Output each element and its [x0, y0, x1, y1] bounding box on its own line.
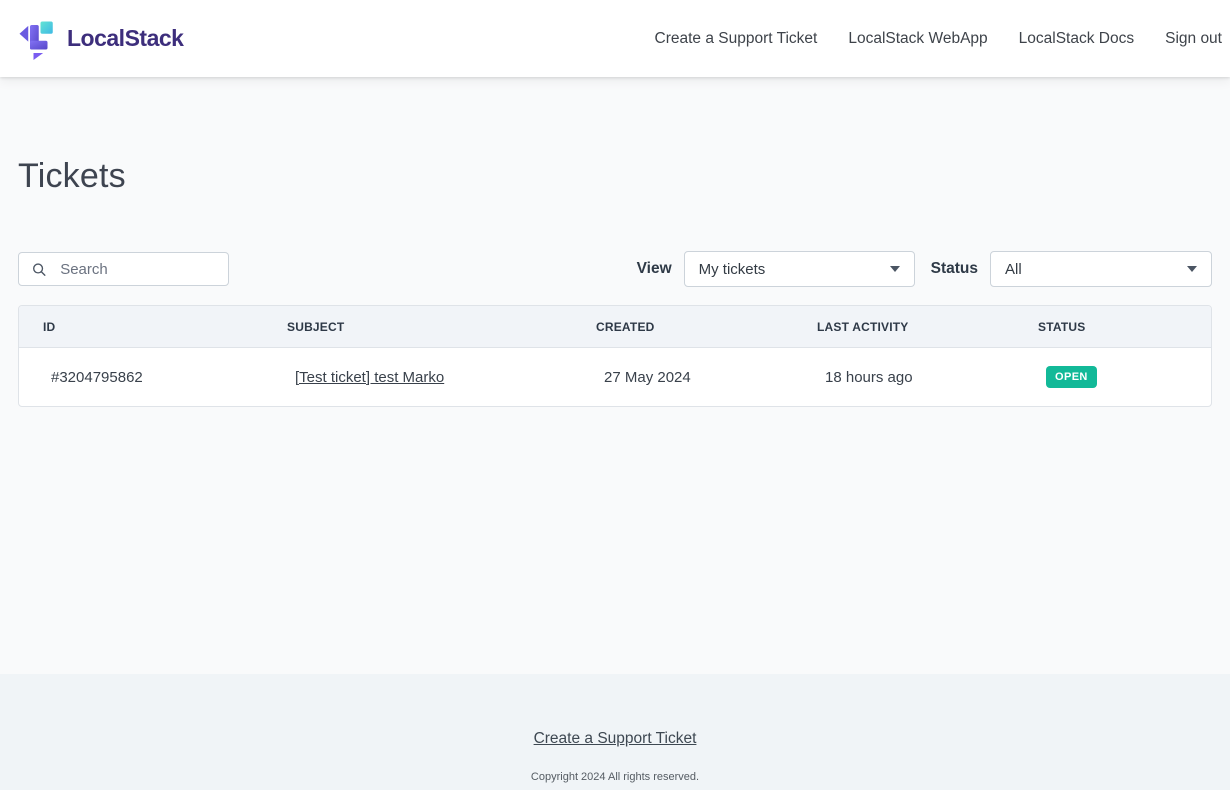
tickets-table-card: ID SUBJECT CREATED LAST ACTIVITY STATUS …	[18, 305, 1212, 407]
table-row: #3204795862 [Test ticket] test Marko 27 …	[19, 348, 1212, 407]
ticket-created-cell: 27 May 2024	[572, 348, 793, 407]
status-filter-label: Status	[931, 260, 978, 278]
localstack-logo-icon	[16, 18, 58, 60]
column-header-status: STATUS	[1014, 306, 1212, 348]
column-header-created: CREATED	[572, 306, 793, 348]
main-content: Tickets View My tickets Status All	[0, 77, 1230, 674]
search-icon	[31, 260, 47, 279]
navbar: LocalStack Create a Support Ticket Local…	[0, 0, 1230, 77]
brand-name: LocalStack	[67, 25, 183, 52]
table-header-row: ID SUBJECT CREATED LAST ACTIVITY STATUS	[19, 306, 1212, 348]
caret-down-icon	[1187, 266, 1197, 272]
column-header-id: ID	[19, 306, 263, 348]
nav-sign-out[interactable]: Sign out	[1165, 30, 1222, 48]
nav-links: Create a Support Ticket LocalStack WebAp…	[655, 30, 1222, 48]
nav-create-support-ticket[interactable]: Create a Support Ticket	[655, 30, 818, 48]
brand-logo[interactable]: LocalStack	[16, 18, 183, 60]
view-filter-label: View	[637, 260, 672, 278]
nav-localstack-webapp[interactable]: LocalStack WebApp	[848, 30, 987, 48]
nav-localstack-docs[interactable]: LocalStack Docs	[1019, 30, 1134, 48]
controls-row: View My tickets Status All	[18, 251, 1212, 287]
footer-create-support-ticket-link[interactable]: Create a Support Ticket	[534, 730, 697, 747]
caret-down-icon	[890, 266, 900, 272]
column-header-last-activity: LAST ACTIVITY	[793, 306, 1014, 348]
status-select-value: All	[1005, 261, 1022, 278]
filters: View My tickets Status All	[637, 251, 1212, 287]
column-header-subject: SUBJECT	[263, 306, 572, 348]
page-title: Tickets	[18, 157, 1212, 196]
status-select[interactable]: All	[990, 251, 1212, 287]
ticket-subject-cell: [Test ticket] test Marko	[263, 348, 572, 407]
search-box[interactable]	[18, 252, 229, 286]
tickets-table: ID SUBJECT CREATED LAST ACTIVITY STATUS …	[19, 306, 1212, 406]
ticket-id-cell: #3204795862	[19, 348, 263, 407]
footer: Create a Support Ticket Copyright 2024 A…	[0, 674, 1230, 790]
view-select-value: My tickets	[699, 261, 766, 278]
status-badge: OPEN	[1046, 366, 1097, 388]
search-input[interactable]	[58, 260, 220, 279]
copyright-text: Copyright 2024 All rights reserved.	[0, 771, 1230, 783]
ticket-status-cell: OPEN	[1014, 348, 1212, 407]
ticket-last-activity-cell: 18 hours ago	[793, 348, 1014, 407]
view-select[interactable]: My tickets	[684, 251, 915, 287]
ticket-subject-link[interactable]: [Test ticket] test Marko	[295, 369, 444, 386]
